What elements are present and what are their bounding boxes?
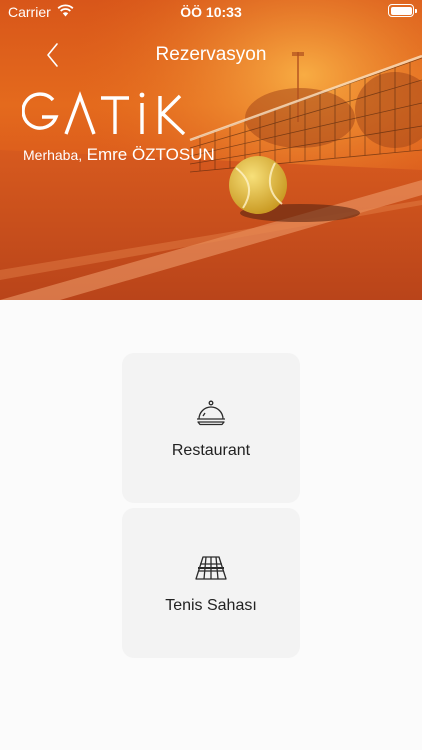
status-bar: Carrier ÖÖ 10:33 <box>0 0 422 24</box>
page-title: Rezervasyon <box>155 44 267 65</box>
gatik-logo-mark <box>21 91 186 136</box>
tennis-court-card[interactable]: Tenis Sahası <box>122 508 300 658</box>
restaurant-card[interactable]: Restaurant <box>122 353 300 503</box>
status-time: ÖÖ 10:33 <box>180 4 242 20</box>
greeting-prefix: Merhaba, <box>23 147 83 163</box>
battery-icon <box>388 4 417 17</box>
greeting: Merhaba, Emre ÖZTOSUN <box>23 145 215 165</box>
gatik-logo <box>21 91 197 136</box>
cloche-icon <box>197 400 225 426</box>
tennis-court-label: Tenis Sahası <box>165 597 257 614</box>
user-name: Emre ÖZTOSUN <box>86 145 215 164</box>
tennis-court-icon <box>195 556 227 580</box>
restaurant-label: Restaurant <box>171 442 251 459</box>
